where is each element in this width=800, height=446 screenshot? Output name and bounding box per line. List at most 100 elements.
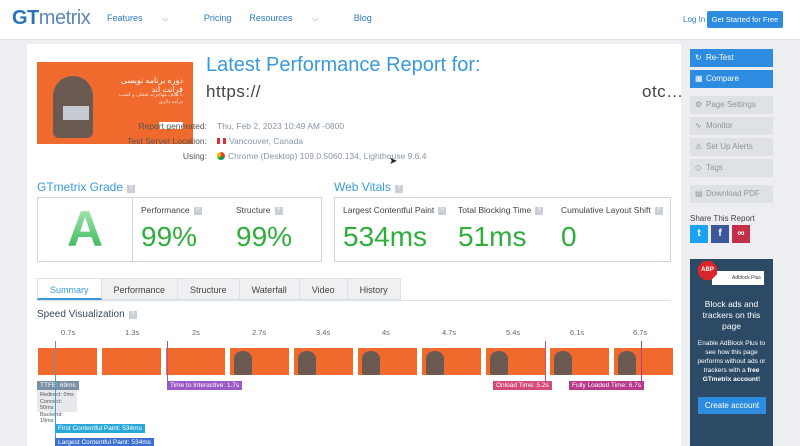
tick-label: 5.4s	[506, 328, 521, 337]
lcp-marker: Largest Contentful Paint: 534ms	[55, 438, 154, 446]
cls-value: 0	[561, 221, 577, 252]
structure-value: 99%	[236, 221, 293, 252]
help-icon: ?	[128, 311, 137, 319]
thumbnail-subtext: با هدف مهاجرت شغلی و کسب درآمد دلاری	[119, 92, 183, 105]
help-icon: ?	[127, 185, 136, 193]
tick-label: 4s	[382, 328, 390, 337]
create-account-button[interactable]: Create account	[698, 397, 766, 414]
tab-waterfall[interactable]: Waterfall	[239, 278, 300, 300]
filmstrip-frame[interactable]	[229, 344, 290, 376]
download-pdf-button[interactable]: ▤ Download PDF	[690, 185, 773, 203]
chrome-icon	[217, 152, 225, 160]
tab-summary[interactable]: Summary	[37, 278, 102, 300]
ad-body: Enable AdBlock Plus to see how this page…	[697, 340, 766, 383]
monitor-button[interactable]: ∿ Monitor	[690, 117, 773, 135]
fcp-line	[55, 381, 56, 443]
help-icon: ?	[535, 207, 544, 215]
help-icon: ?	[394, 185, 403, 193]
tabs-divider	[37, 300, 671, 301]
report-title: Latest Performance Report for:	[206, 54, 481, 76]
top-navbar: GTmetrix Features ⌵ Pricing Resources ⌵ Bl…	[0, 0, 800, 40]
performance-metric: Performance? 99%	[141, 205, 202, 253]
thumbnail-header	[37, 54, 193, 62]
filmstrip-frame[interactable]	[165, 344, 226, 376]
ttfb-marker: TTFB: 69ms	[37, 381, 79, 390]
tick-label: 4.7s	[442, 328, 457, 337]
get-started-button[interactable]: Get Started for Free	[707, 11, 783, 28]
grade-letter: A	[66, 201, 104, 257]
nav-resources[interactable]: Resources ⌵	[249, 13, 335, 24]
gear-icon: ⚙	[695, 100, 703, 109]
filmstrip-frame[interactable]	[101, 344, 162, 376]
cls-metric: Cumulative Layout Shift? 0	[561, 205, 663, 253]
speed-visualization-title: Speed Visualization?	[37, 309, 137, 320]
help-icon: ?	[274, 207, 283, 215]
chevron-down-icon: ⌵	[162, 16, 168, 23]
filmstrip-frame[interactable]	[293, 344, 354, 376]
link-icon[interactable]: ∞	[732, 225, 750, 243]
performance-value: 99%	[141, 221, 198, 252]
help-icon: ?	[438, 207, 447, 215]
tick-label: 1.3s	[125, 328, 140, 337]
tick-label: 3.4s	[316, 328, 331, 337]
ttfb-line	[55, 341, 56, 381]
tab-performance[interactable]: Performance	[101, 278, 179, 300]
structure-metric: Structure? 99%	[236, 205, 293, 252]
help-icon: ?	[193, 207, 202, 215]
report-tabs: Summary Performance Structure Waterfall …	[37, 278, 401, 300]
report-url: https:// otc…	[206, 82, 684, 101]
gtmetrix-logo[interactable]: GTmetrix	[12, 7, 91, 30]
alerts-button[interactable]: ⚠ Set Up Alerts	[690, 138, 773, 156]
filmstrip-frame[interactable]	[357, 344, 418, 376]
filmstrip-frame[interactable]	[549, 344, 610, 376]
tags-button[interactable]: ◇ Tags	[690, 159, 773, 177]
filmstrip-frame[interactable]	[613, 344, 674, 376]
fully-loaded-marker: Fully Loaded Time: 6.7s	[569, 381, 645, 390]
mouse-cursor-icon: ➤	[389, 156, 398, 167]
report-meta: Report generated: Thu, Feb 2, 2023 10:49…	[97, 121, 497, 169]
retest-button[interactable]: ↻ Re-Test	[690, 49, 773, 67]
tbt-value: 51ms	[458, 221, 527, 252]
gtmetrix-grade-title: GTmetrix Grade?	[37, 180, 136, 194]
twitter-icon[interactable]: t	[690, 225, 708, 243]
nav-blog[interactable]: Blog	[354, 13, 372, 24]
nav-features[interactable]: Features ⌵	[107, 13, 186, 24]
filmstrip-frame[interactable]	[37, 344, 98, 376]
tab-history[interactable]: History	[347, 278, 401, 300]
tti-marker: Time to Interactive: 1.7s	[167, 381, 243, 390]
main-nav: Features ⌵ Pricing Resources ⌵ Blog	[107, 13, 390, 24]
using-label: Using:	[182, 151, 207, 161]
tbt-metric: Total Blocking Time? 51ms	[458, 205, 544, 253]
tick-label: 6.7s	[633, 328, 648, 337]
fcp-marker: First Contentful Paint: 534ms	[55, 424, 145, 433]
onload-marker: Onload Time: 5.2s	[493, 381, 552, 390]
pdf-icon: ▤	[695, 189, 703, 198]
timeline-ticks: 0.7s 1.3s 2s 2.7s 3.4s 4s 4.7s 5.4s 6.1s…	[37, 328, 671, 342]
report-generated-label: Report generated:	[138, 121, 207, 131]
server-location-label: Test Server Location:	[127, 136, 207, 146]
report-panel: دوره برنامه نویسی فرانت اند با هدف مهاجر…	[27, 44, 684, 446]
tick-label: 2.7s	[252, 328, 267, 337]
login-link[interactable]: Log In	[683, 15, 705, 24]
tag-icon: ◇	[695, 163, 702, 172]
tab-structure[interactable]: Structure	[178, 278, 240, 300]
server-location-value: Vancouver, Canada	[217, 136, 303, 146]
pulse-icon: ∿	[695, 121, 702, 130]
bell-icon: ⚠	[695, 142, 703, 151]
filmstrip-frame[interactable]	[485, 344, 546, 376]
adblock-ad: Adblock Plus ABP Block ads and trackers …	[690, 259, 773, 446]
tab-video[interactable]: Video	[299, 278, 348, 300]
nav-pricing[interactable]: Pricing	[204, 13, 232, 24]
compare-button[interactable]: ▦ Compare	[690, 70, 773, 88]
help-icon: ?	[654, 207, 663, 215]
ttfb-breakdown: Redirect: 0ms Connect: 50ms Backend: 19m…	[37, 390, 77, 424]
facebook-icon[interactable]: f	[711, 225, 729, 243]
page-settings-button[interactable]: ⚙ Page Settings	[690, 96, 773, 114]
share-title: Share This Report	[690, 214, 755, 223]
canada-flag-icon	[217, 138, 226, 144]
report-generated-value: Thu, Feb 2, 2023 10:49 AM -0800	[217, 121, 345, 131]
fully-loaded-line	[641, 341, 642, 381]
web-vitals-title: Web Vitals?	[334, 180, 403, 194]
lcp-value: 534ms	[343, 221, 428, 252]
filmstrip-frame[interactable]	[421, 344, 482, 376]
